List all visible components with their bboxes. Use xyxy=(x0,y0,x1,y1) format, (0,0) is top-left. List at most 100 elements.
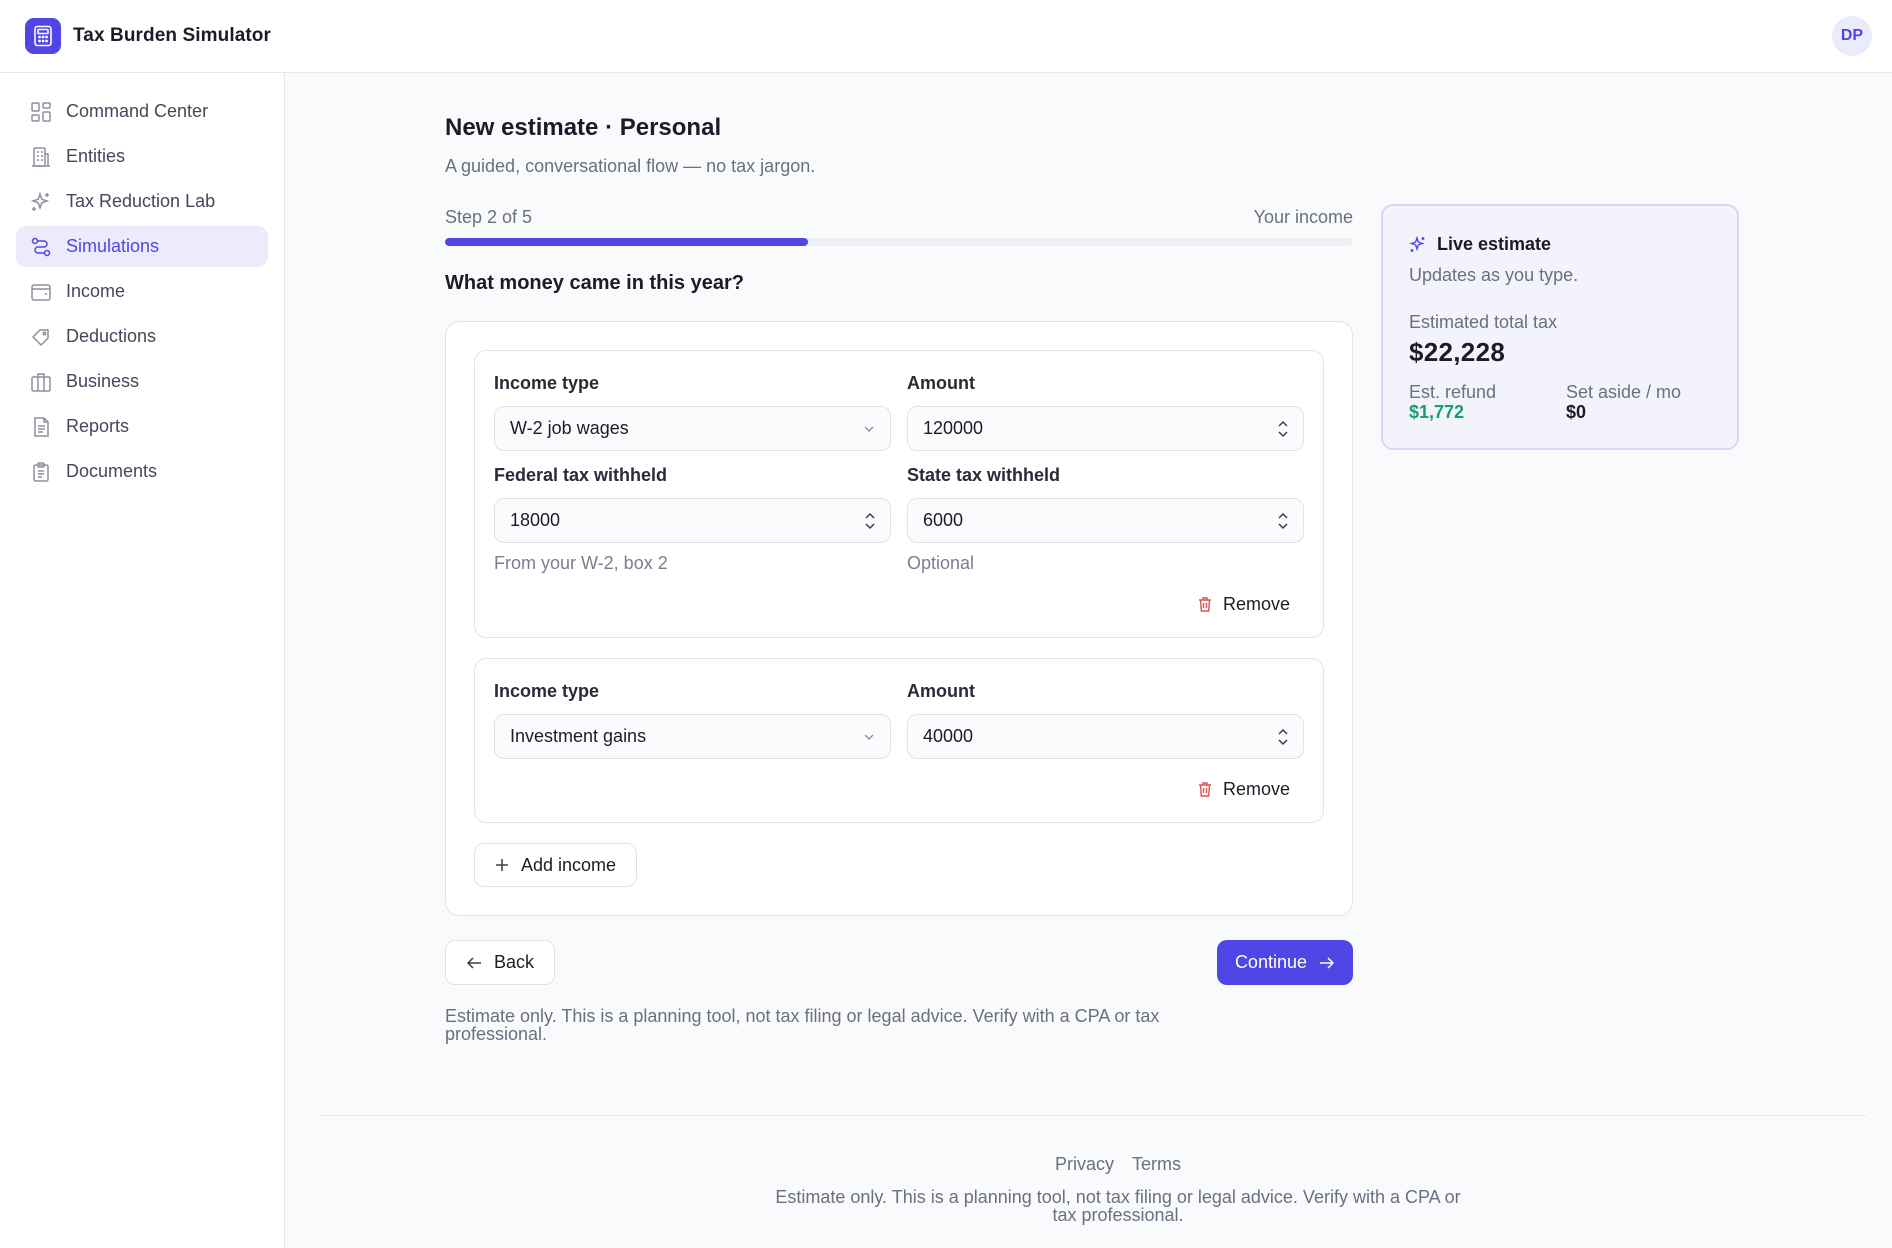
continue-button[interactable]: Continue xyxy=(1216,940,1353,985)
step-name: Your income xyxy=(1253,207,1353,227)
page-subtitle: A guided, conversational flow — no tax j… xyxy=(445,156,816,176)
total-tax-label: Estimated total tax xyxy=(1409,312,1558,332)
footer-links: Privacy Terms xyxy=(286,1154,1892,1175)
sidebar-item-label: Tax Reduction Lab xyxy=(66,191,216,211)
remove-income-button[interactable]: Remove xyxy=(1183,590,1304,619)
app-title: Tax Burden Simulator xyxy=(73,25,272,46)
income-type-select[interactable]: W-2 job wages xyxy=(494,406,891,451)
set-aside-label: Set aside / mo xyxy=(1566,382,1682,402)
building-icon xyxy=(32,146,50,167)
sparkle-icon xyxy=(30,191,50,211)
stepper-icon[interactable] xyxy=(1277,511,1289,531)
step-navigation: Back Continue xyxy=(445,940,1353,985)
income-type-select[interactable]: Investment gains xyxy=(494,714,891,759)
federal-withheld-input[interactable]: 18000 xyxy=(494,498,891,543)
back-button[interactable]: Back xyxy=(445,940,556,985)
route-icon xyxy=(31,237,51,256)
progress-bar xyxy=(445,238,1353,246)
refund-block: Est. refund $1,772 xyxy=(1409,382,1566,422)
income-item: Income type Investment gains Amount 4000… xyxy=(474,658,1324,823)
select-value: W-2 job wages xyxy=(510,418,629,438)
sidebar-item-label: Simulations xyxy=(66,236,160,256)
sidebar-item-label: Documents xyxy=(66,461,158,481)
sidebar-item-label: Deductions xyxy=(66,326,157,346)
refund-value: $1,772 xyxy=(1409,402,1465,422)
remove-label: Remove xyxy=(1222,779,1290,799)
progress-fill xyxy=(445,238,809,246)
arrow-left-icon xyxy=(466,956,481,969)
amount-field: Amount 120000 xyxy=(907,373,1304,451)
state-withheld-input[interactable]: 6000 xyxy=(907,498,1304,543)
input-value: 120000 xyxy=(923,418,984,438)
income-type-field: Income type Investment gains xyxy=(494,681,891,759)
field-label: Income type xyxy=(494,681,600,701)
live-estimate-title-text: Live estimate xyxy=(1437,234,1552,254)
field-label: Income type xyxy=(494,373,600,393)
select-value: Investment gains xyxy=(510,726,647,746)
privacy-link[interactable]: Privacy xyxy=(1055,1154,1114,1175)
sidebar-item-income[interactable]: Income xyxy=(16,271,268,312)
tag-icon xyxy=(31,328,49,346)
input-value: 40000 xyxy=(923,726,974,746)
amount-field: Amount 40000 xyxy=(907,681,1304,759)
live-estimate-title: Live estimate xyxy=(1409,234,1711,255)
sidebar-item-command-center[interactable]: Command Center xyxy=(16,91,268,132)
amount-input[interactable]: 120000 xyxy=(907,406,1304,451)
brand[interactable]: Tax Burden Simulator xyxy=(25,18,271,54)
back-label: Back xyxy=(494,952,535,972)
set-aside-block: Set aside / mo $0 xyxy=(1566,382,1706,422)
stepper-icon[interactable] xyxy=(864,511,876,531)
refund-label: Est. refund xyxy=(1409,382,1497,402)
federal-withheld-field: Federal tax withheld 18000 From your W-2… xyxy=(494,465,891,574)
add-income-label: Add income xyxy=(521,854,617,875)
field-label: Amount xyxy=(907,373,975,393)
trash-icon xyxy=(1198,597,1211,612)
live-estimate-panel: Live estimate Updates as you type. Estim… xyxy=(1381,204,1739,450)
step-indicator: Step 2 of 5 Your income xyxy=(445,207,1353,228)
sidebar-item-entities[interactable]: Entities xyxy=(16,136,268,177)
sidebar-item-tax-reduction-lab[interactable]: Tax Reduction Lab xyxy=(16,181,268,222)
stepper-icon[interactable] xyxy=(1277,419,1289,439)
income-list-card: Income type W-2 job wages Amount 120000 xyxy=(445,321,1353,916)
sidebar-item-simulations[interactable]: Simulations xyxy=(16,226,268,267)
set-aside-value: $0 xyxy=(1566,402,1587,422)
add-income-button[interactable]: Add income xyxy=(474,843,638,887)
chevron-down-icon xyxy=(864,426,874,432)
grid-icon xyxy=(31,101,51,122)
field-hint: Optional xyxy=(907,553,975,573)
main-content: New estimate · Personal A guided, conver… xyxy=(286,74,1892,1248)
clipboard-icon xyxy=(33,461,49,482)
remove-income-button[interactable]: Remove xyxy=(1183,775,1304,804)
trash-icon xyxy=(1198,782,1211,797)
stepper-icon[interactable] xyxy=(1277,727,1289,747)
sidebar-item-reports[interactable]: Reports xyxy=(16,406,268,447)
step-question: What money came in this year? xyxy=(445,272,744,294)
sidebar-item-business[interactable]: Business xyxy=(16,361,268,402)
step-label: Step 2 of 5 xyxy=(445,207,533,227)
state-withheld-field: State tax withheld 6000 Optional xyxy=(907,465,1304,574)
sidebar-item-label: Reports xyxy=(66,416,130,436)
sidebar-item-documents[interactable]: Documents xyxy=(16,451,268,492)
sidebar-item-label: Income xyxy=(66,281,126,301)
field-hint: From your W-2, box 2 xyxy=(494,553,668,573)
footer-divider xyxy=(321,1115,1866,1116)
terms-link[interactable]: Terms xyxy=(1132,1154,1181,1175)
remove-label: Remove xyxy=(1222,594,1290,614)
sidebar-item-label: Command Center xyxy=(66,101,209,121)
live-estimate-subtitle: Updates as you type. xyxy=(1409,265,1579,285)
disclaimer: Estimate only. This is a planning tool, … xyxy=(445,1006,1160,1044)
top-bar: Tax Burden Simulator DP xyxy=(0,0,1892,73)
input-value: 6000 xyxy=(923,510,964,530)
chevron-down-icon xyxy=(864,734,874,740)
arrow-right-icon xyxy=(1320,956,1335,969)
amount-input[interactable]: 40000 xyxy=(907,714,1304,759)
briefcase-icon xyxy=(31,372,51,392)
continue-label: Continue xyxy=(1234,952,1307,972)
plus-icon xyxy=(496,859,508,871)
sidebar-item-deductions[interactable]: Deductions xyxy=(16,316,268,357)
field-label: Amount xyxy=(907,681,975,701)
wallet-icon xyxy=(31,283,51,301)
sidebar-item-label: Business xyxy=(66,371,140,391)
avatar[interactable]: DP xyxy=(1832,16,1872,56)
input-value: 18000 xyxy=(510,510,561,530)
